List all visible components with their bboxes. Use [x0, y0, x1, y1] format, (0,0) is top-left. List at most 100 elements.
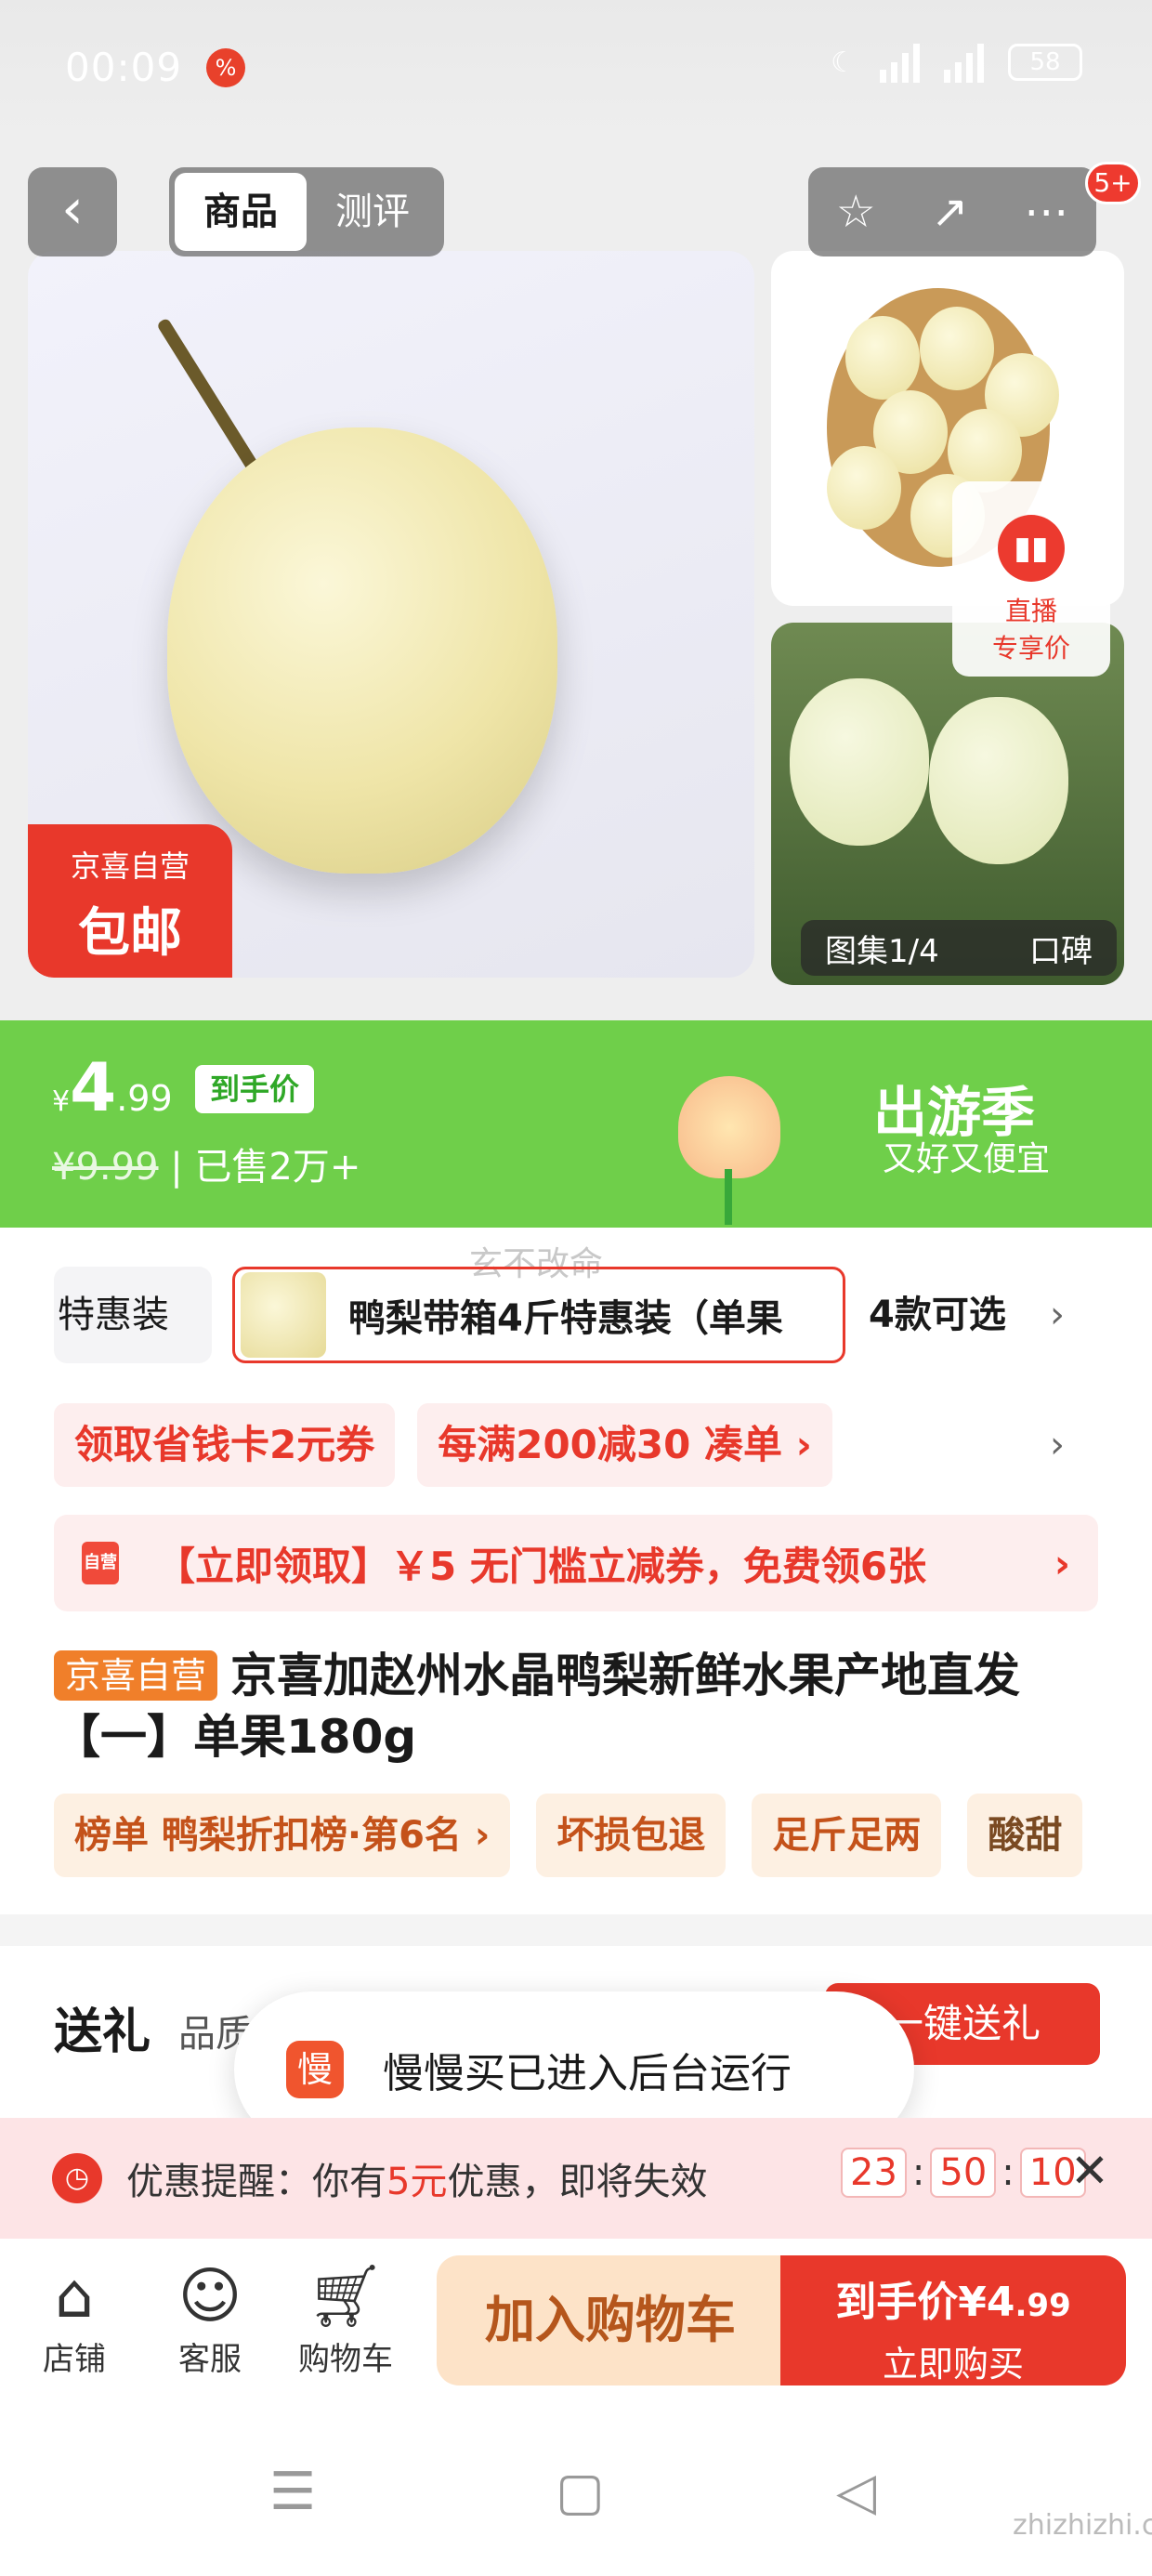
voucher-icon: 自营 [82, 1542, 119, 1584]
jingxi-badge: 京喜自营 包邮 [28, 824, 232, 978]
tree-pear [929, 697, 1068, 864]
service-button[interactable]: ☺ 客服 [154, 2259, 266, 2379]
buy-now-label: 立即购买 [882, 2344, 1024, 2385]
store-label: 店铺 [43, 2341, 106, 2378]
close-icon[interactable]: ✕ [1070, 2144, 1109, 2198]
buy-price: ¥4 [958, 2279, 1015, 2326]
live-icon: ▮▮ [998, 515, 1065, 582]
price-decimal: .99 [116, 1078, 173, 1119]
chevron-right-icon[interactable]: › [1050, 1267, 1065, 1363]
back-triangle-icon[interactable]: ◁ [836, 2462, 876, 2522]
review-tag[interactable]: 口碑 [1029, 926, 1093, 971]
main-product-image[interactable]: 京喜自营 包邮 [28, 251, 754, 978]
chevron-right-icon[interactable]: › [1050, 1403, 1065, 1487]
promo-subtitle: 又好又便宜 [883, 1140, 1051, 1178]
mini-pear [845, 316, 920, 400]
app-notification-icon: % [206, 48, 245, 87]
clock-icon: ◷ [52, 2153, 102, 2203]
share-icon[interactable]: ↗ [931, 186, 968, 238]
star-icon[interactable]: ☆ [836, 186, 876, 238]
bottom-action-bar: ⌂ 店铺 ☺ 客服 🛒︎ 购物车 加入购物车 到手价¥4.99 立即购买 [0, 2239, 1152, 2406]
buy-price-decimal: .99 [1015, 2287, 1071, 2324]
store-icon: ⌂ [55, 2260, 94, 2332]
mini-pear [920, 307, 994, 390]
store-button[interactable]: ⌂ 店铺 [19, 2259, 130, 2379]
tab-product[interactable]: 商品 [175, 173, 307, 251]
tulip-icon [678, 1076, 780, 1178]
cart-label: 购物车 [298, 2341, 393, 2378]
coupon-row: 领取省钱卡2元券 每满200减30 凑单 › [54, 1403, 832, 1487]
timer-hours: 23 [841, 2148, 907, 2198]
discount-reminder: ◷ 优惠提醒：你有 5元 优惠，即将失效 23: 50: 10 ✕ [0, 2118, 1152, 2239]
sku-tab-special[interactable]: 特惠装 [54, 1267, 212, 1363]
badge-line1: 京喜自营 [70, 848, 190, 884]
site-watermark: zhizhizhi.com [1013, 2509, 1152, 2542]
sku-thumbnail [241, 1272, 326, 1358]
ranking-badge[interactable]: 榜单 鸭梨折扣榜·第6名 › [54, 1794, 511, 1877]
tab-review[interactable]: 测评 [307, 173, 439, 251]
live-price-card[interactable]: ▮▮ 直播 专享价 [952, 481, 1110, 677]
timer-minutes: 50 [930, 2148, 997, 2198]
to-hand-badge: 到手价 [195, 1065, 315, 1113]
damage-refund-badge: 坏损包退 [536, 1794, 727, 1877]
voucher-banner[interactable]: 自营 【立即领取】￥5 无门槛立减券，免费领6张 › [54, 1515, 1098, 1611]
moon-icon: ☾ [831, 46, 856, 79]
section-divider [0, 1914, 1152, 1946]
divider: | [170, 1146, 195, 1189]
original-price: ¥9.99 [52, 1146, 159, 1189]
price-old: ¥9.99 | 已售2万+ [52, 1137, 360, 1190]
badge-line2: 包邮 [78, 903, 182, 964]
live-label-2: 专享价 [991, 633, 1070, 664]
service-label: 客服 [178, 2341, 242, 2378]
sku-more[interactable]: 4款可选 [869, 1267, 1006, 1363]
toast-text: 慢慢买已进入后台运行 [383, 2050, 792, 2097]
cart-icon: 🛒︎ [307, 2260, 385, 2332]
tree-pear [790, 678, 929, 846]
menu-icon[interactable]: ☰ [269, 2462, 316, 2522]
reminder-suffix: 优惠，即将失效 [447, 2161, 708, 2203]
back-button[interactable]: ‹ [28, 167, 117, 256]
live-label-1: 直播 [1004, 596, 1057, 626]
pear-stem [156, 317, 266, 482]
coupon-savings-card[interactable]: 领取省钱卡2元券 [54, 1403, 396, 1487]
system-navigation: ☰ ▢ ◁ [0, 2406, 1152, 2576]
coupon-full-reduction[interactable]: 每满200减30 凑单 › [417, 1403, 832, 1487]
status-time: 00:09 [65, 45, 183, 90]
buy-price-line: 到手价¥4.99 [780, 2268, 1126, 2328]
product-gallery: 京喜自营 包邮 图集1/4 口碑 ▮▮ 直播 专享价 [0, 139, 1152, 1020]
current-price: ¥4.99 [52, 1048, 173, 1126]
home-icon[interactable]: ▢ [556, 2462, 605, 2522]
jingxi-tag: 京喜自营 [54, 1650, 218, 1701]
gallery-counter-text: 图集1/4 [825, 932, 939, 970]
top-tabs: 商品 测评 [169, 167, 444, 256]
taste-badge: 酸甜 [967, 1794, 1083, 1877]
signal-icon-1 [880, 42, 920, 83]
nav-actions: ☆ ↗ ⋯ [808, 167, 1096, 256]
battery-icon: 58 [1008, 44, 1082, 81]
cart-button[interactable]: 🛒︎ 购物车 [290, 2259, 401, 2379]
chevron-right-icon: › [1054, 1540, 1070, 1586]
system-icons: ☾ 58 [831, 42, 1082, 83]
gallery-counter[interactable]: 图集1/4 口碑 [801, 920, 1117, 976]
gift-title: 送礼 [54, 2004, 151, 2060]
sku-option-label: 鸭梨带箱4斤特惠装（单果 [348, 1297, 783, 1340]
reminder-amount: 5元 [386, 2161, 448, 2203]
voucher-text: 【立即领取】￥5 无门槛立减券，免费领6张 [156, 1543, 927, 1589]
currency: ¥ [52, 1085, 71, 1118]
mini-pear [827, 446, 901, 530]
sold-count: 已售2万+ [194, 1146, 361, 1189]
full-weight-badge: 足斤足两 [752, 1794, 942, 1877]
sku-selector: 玄不改命 特惠装 鸭梨带箱4斤特惠装（单果 4款可选 › [0, 1228, 1152, 1376]
product-badges: 榜单 鸭梨折扣榜·第6名 › 坏损包退 足斤足两 酸甜 [54, 1794, 1083, 1877]
price-banner: ¥4.99 到手价 ¥9.99 | 已售2万+ 出游季 又好又便宜 [0, 1020, 1152, 1228]
price-integer: 4 [70, 1048, 117, 1126]
sku-option-selected[interactable]: 鸭梨带箱4斤特惠装（单果 [232, 1267, 845, 1363]
more-icon[interactable]: ⋯ [1024, 186, 1068, 238]
add-to-cart-button[interactable]: 加入购物车 [437, 2255, 784, 2385]
service-icon: ☺ [177, 2260, 242, 2332]
pear-image [167, 427, 557, 874]
tulip-stem [725, 1169, 732, 1225]
manmanmai-icon: 慢 [286, 2041, 344, 2098]
reminder-prefix: 优惠提醒：你有 [126, 2161, 386, 2203]
buy-now-button[interactable]: 到手价¥4.99 立即购买 [780, 2255, 1126, 2385]
